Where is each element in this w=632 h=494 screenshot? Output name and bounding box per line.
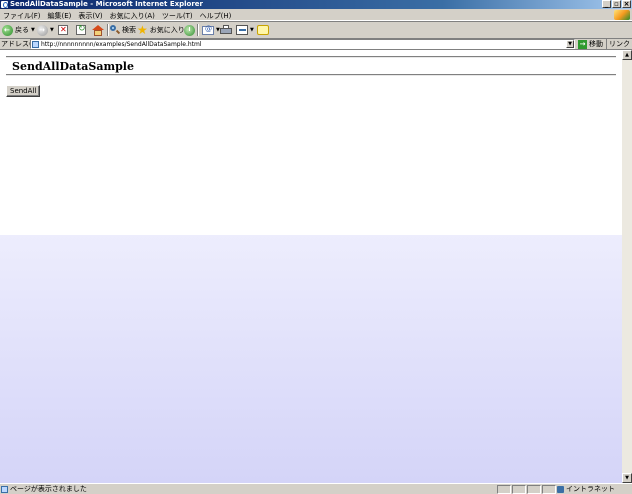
top-rule [6,56,616,58]
menu-help[interactable]: ヘルプ(H) [200,11,232,21]
window-title: SendAllDataSample - Microsoft Internet E… [10,0,203,8]
windows-logo-icon [614,10,630,20]
forward-arrow-icon: → [37,24,48,36]
title-bar: SendAllDataSample - Microsoft Internet E… [0,0,632,9]
mail-button[interactable]: ▼ [202,24,220,36]
status-pane [512,485,526,494]
address-url: http://nnnnnnnnn/examples/SendAllDataSam… [41,41,202,48]
forward-button[interactable]: → ▼ [37,24,54,36]
search-label: 検索 [122,26,136,34]
search-button[interactable]: 検索 [110,24,136,36]
page-viewport: SendAllDataSample SendAll [0,50,622,483]
menu-bar: ファイル(F) 編集(E) 表示(V) お気に入り(A) ツール(T) ヘルプ(… [0,9,632,21]
star-icon: ★ [137,23,148,37]
close-button[interactable]: × [622,0,631,8]
status-bar: ページが表示されました イントラネット [0,483,632,494]
window-controls: _ ▫ × [602,0,631,8]
status-pane [497,485,511,494]
toolbar-separator [197,24,199,36]
chevron-down-icon[interactable]: ▼ [31,27,35,33]
go-label: 移動 [589,40,603,48]
maximize-button[interactable]: ▫ [612,0,621,8]
ie-icon [1,1,8,8]
scroll-down-icon[interactable]: ▼ [622,473,632,483]
menu-edit[interactable]: 編集(E) [48,11,72,21]
refresh-icon[interactable] [76,24,86,35]
links-button[interactable]: リンク [606,39,630,49]
menu-file[interactable]: ファイル(F) [3,11,41,21]
menu-view[interactable]: 表示(V) [78,11,102,21]
zone-label: イントラネット [566,485,615,493]
go-button[interactable]: → 移動 [578,39,603,49]
page-icon [32,41,39,48]
minimize-button[interactable]: _ [602,0,611,8]
messenger-icon[interactable] [257,25,269,35]
menu-favorites[interactable]: お気に入り(A) [110,11,155,21]
page-title: SendAllDataSample [12,60,134,73]
heading-rule [6,74,616,76]
scroll-up-icon[interactable]: ▲ [622,50,632,60]
page-done-icon [1,485,8,493]
status-pane [542,485,556,494]
back-label: 戻る [15,26,29,34]
mail-icon [202,25,214,35]
status-message: ページが表示されました [1,484,87,494]
standard-toolbar: ← 戻る ▼ → ▼ 検索 ★ お気に入り ▼ ▼ [0,21,632,39]
status-text: ページが表示されました [10,485,87,493]
favorites-button[interactable]: ★ お気に入り [137,24,185,36]
intranet-icon [557,485,564,493]
home-icon[interactable] [92,24,104,36]
search-icon [110,25,120,35]
back-arrow-icon: ← [2,24,13,36]
favorites-label: お気に入り [149,26,185,34]
menu-tools[interactable]: ツール(T) [162,11,193,21]
security-zone: イントラネット [557,484,615,494]
toolbar-separator [107,24,109,36]
go-arrow-icon: → [578,39,587,49]
edit-button[interactable]: ▼ [236,24,254,36]
stop-icon[interactable] [58,25,68,35]
chevron-down-icon[interactable]: ▼ [50,27,54,33]
print-icon[interactable] [220,25,232,35]
address-dropdown-icon[interactable]: ▼ [566,40,574,48]
status-pane [527,485,541,494]
history-icon[interactable] [184,24,195,36]
back-button[interactable]: ← 戻る ▼ [2,24,35,36]
page-background [0,235,622,483]
address-input[interactable]: http://nnnnnnnnn/examples/SendAllDataSam… [30,39,575,49]
vertical-scrollbar[interactable]: ▲ ▼ [622,50,632,483]
send-all-button[interactable]: SendAll [6,85,41,97]
chevron-down-icon: ▼ [250,27,254,33]
address-bar: アドレス(D) http://nnnnnnnnn/examples/SendAl… [0,39,632,50]
edit-icon [236,25,248,35]
